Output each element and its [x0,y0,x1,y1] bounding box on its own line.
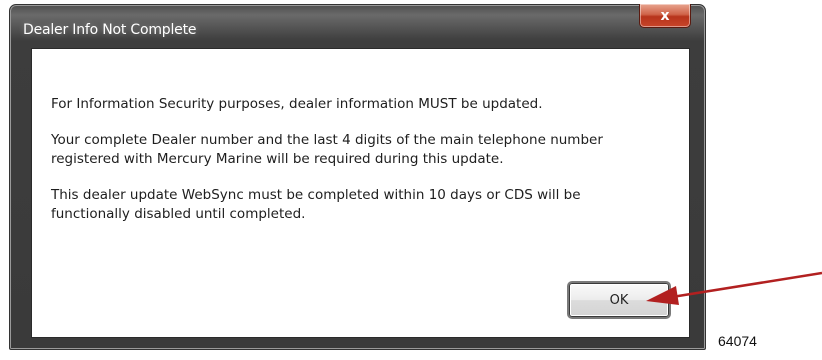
message-line-security: For Information Security purposes, deale… [51,96,543,112]
screenshot-stage: Dealer Info Not Complete x For Informati… [0,0,822,360]
title-bar[interactable]: Dealer Info Not Complete x [10,4,705,43]
dialog-window: Dealer Info Not Complete x For Informati… [9,4,706,350]
window-title: Dealer Info Not Complete [23,22,197,38]
ok-button[interactable]: OK [569,283,669,317]
dialog-content: For Information Security purposes, deale… [31,48,690,338]
ok-button-label: OK [609,292,629,308]
message-line-deadline: This dealer update WebSync must be compl… [51,187,581,222]
close-icon: x [660,7,670,24]
close-button[interactable]: x [639,4,691,28]
message-body: For Information Security purposes, deale… [51,95,661,241]
message-line-dealer-number: Your complete Dealer number and the last… [51,132,603,167]
figure-number: 64074 [718,333,757,349]
